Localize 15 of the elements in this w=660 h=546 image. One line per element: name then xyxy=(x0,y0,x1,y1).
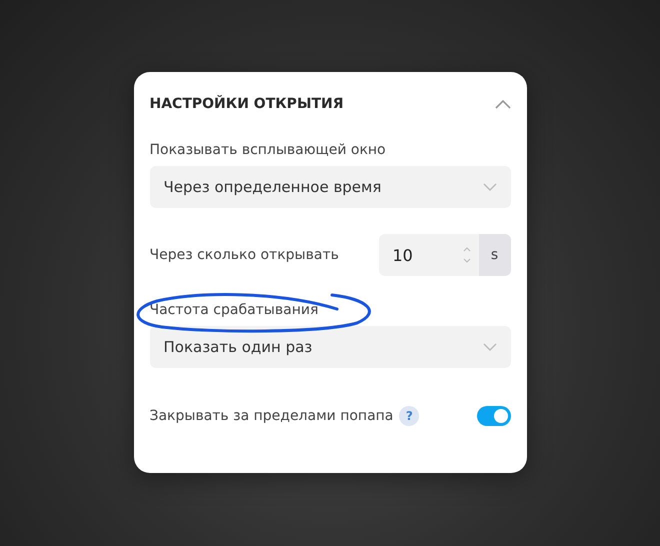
field-label: Частота срабатывания xyxy=(150,302,318,318)
unit-label: s xyxy=(478,234,510,276)
chevron-up-icon[interactable] xyxy=(494,100,510,108)
section-title: НАСТРОЙКИ ОТКРЫТИЯ xyxy=(150,96,344,112)
decrement-icon[interactable] xyxy=(462,258,470,263)
toggle-label: Закрывать за пределами попапа xyxy=(150,408,394,424)
chevron-down-icon xyxy=(482,183,496,191)
field-label: Через сколько открывать xyxy=(150,247,339,263)
chevron-down-icon xyxy=(482,343,496,351)
field-label: Показывать всплывающей окно xyxy=(150,142,387,158)
dropdown[interactable]: Показать один раз xyxy=(150,326,510,368)
dropdown[interactable]: Через определенное время xyxy=(150,166,510,208)
number-input[interactable]: 10 xyxy=(378,234,478,276)
increment-icon[interactable] xyxy=(462,247,470,252)
toggle-switch[interactable] xyxy=(476,406,510,426)
